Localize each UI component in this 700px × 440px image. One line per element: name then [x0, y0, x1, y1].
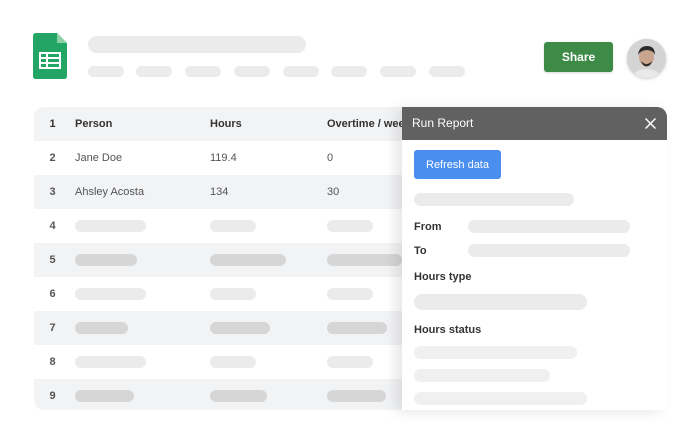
row-number[interactable]: 6	[34, 277, 71, 311]
cell-placeholder	[210, 390, 267, 402]
row-number[interactable]: 1	[34, 107, 71, 141]
menu-item-placeholder	[234, 66, 270, 77]
info-placeholder	[414, 193, 574, 206]
cell-placeholder	[327, 390, 386, 402]
cell-placeholder	[210, 288, 256, 300]
hours-status-option[interactable]	[414, 369, 550, 382]
cell-overtime[interactable]: 0	[327, 141, 333, 175]
table-row: 3 Ahsley Acosta 134 30	[34, 175, 402, 209]
to-label: To	[414, 245, 427, 257]
hours-type-select[interactable]	[414, 294, 587, 310]
cell-placeholder	[75, 220, 146, 232]
cell-placeholder	[327, 356, 373, 368]
menu-item-placeholder	[283, 66, 319, 77]
cell-hours[interactable]: 134	[210, 175, 228, 209]
table-row: 6	[34, 277, 402, 311]
cell-person[interactable]: Jane Doe	[75, 141, 122, 175]
cell-placeholder	[327, 254, 402, 266]
from-date-field[interactable]	[468, 220, 630, 233]
cell-placeholder	[75, 390, 134, 402]
cell-placeholder	[75, 356, 146, 368]
menu-item-placeholder	[331, 66, 367, 77]
panel-title: Run Report	[412, 116, 474, 130]
hours-status-label: Hours status	[414, 324, 482, 336]
cell-placeholder	[327, 220, 373, 232]
cell-overtime[interactable]: 30	[327, 175, 339, 209]
hours-status-option[interactable]	[414, 392, 587, 405]
run-report-panel: Run Report Refresh data From To Hours ty…	[402, 107, 667, 410]
from-label: From	[414, 221, 442, 233]
cell-placeholder	[327, 322, 387, 334]
header-row: 1 Person Hours Overtime / week	[34, 107, 402, 141]
menu-item-placeholder	[88, 66, 124, 77]
table-row: 7	[34, 311, 402, 345]
row-number[interactable]: 2	[34, 141, 71, 175]
menu-item-placeholder	[136, 66, 172, 77]
document-title-placeholder	[88, 36, 306, 53]
table-row: 2 Jane Doe 119.4 0	[34, 141, 402, 175]
hours-type-label: Hours type	[414, 271, 472, 283]
row-number[interactable]: 7	[34, 311, 71, 345]
cell-placeholder	[210, 254, 286, 266]
row-number[interactable]: 5	[34, 243, 71, 277]
table-row: 5	[34, 243, 402, 277]
google-sheets-icon	[33, 33, 67, 79]
cell-placeholder	[210, 322, 270, 334]
row-number[interactable]: 4	[34, 209, 71, 243]
cell-person[interactable]: Ahsley Acosta	[75, 175, 144, 209]
cell-hours[interactable]: 119.4	[210, 141, 237, 175]
cell-placeholder	[75, 288, 146, 300]
table-row: 8	[34, 345, 402, 379]
hours-status-option[interactable]	[414, 346, 577, 359]
refresh-data-button[interactable]: Refresh data	[414, 150, 501, 179]
cell-placeholder	[327, 288, 373, 300]
panel-header: Run Report	[402, 107, 667, 140]
close-icon[interactable]	[644, 117, 657, 130]
row-number[interactable]: 9	[34, 379, 71, 410]
cell-placeholder	[210, 220, 256, 232]
menu-item-placeholder	[429, 66, 465, 77]
column-header-person[interactable]: Person	[75, 107, 112, 141]
column-header-overtime[interactable]: Overtime / week	[327, 107, 402, 141]
column-header-hours[interactable]: Hours	[210, 107, 242, 141]
to-date-field[interactable]	[468, 244, 630, 257]
cell-placeholder	[75, 322, 128, 334]
menu-item-placeholder	[380, 66, 416, 77]
spreadsheet-grid: 1 Person Hours Overtime / week 2 Jane Do…	[34, 107, 402, 410]
table-row: 9	[34, 379, 402, 410]
cell-placeholder	[210, 356, 256, 368]
row-number[interactable]: 8	[34, 345, 71, 379]
share-button[interactable]: Share	[544, 42, 613, 72]
user-avatar-icon	[627, 39, 666, 78]
row-number[interactable]: 3	[34, 175, 71, 209]
cell-placeholder	[75, 254, 137, 266]
table-row: 4	[34, 209, 402, 243]
menu-item-placeholder	[185, 66, 221, 77]
user-avatar[interactable]	[627, 39, 666, 78]
